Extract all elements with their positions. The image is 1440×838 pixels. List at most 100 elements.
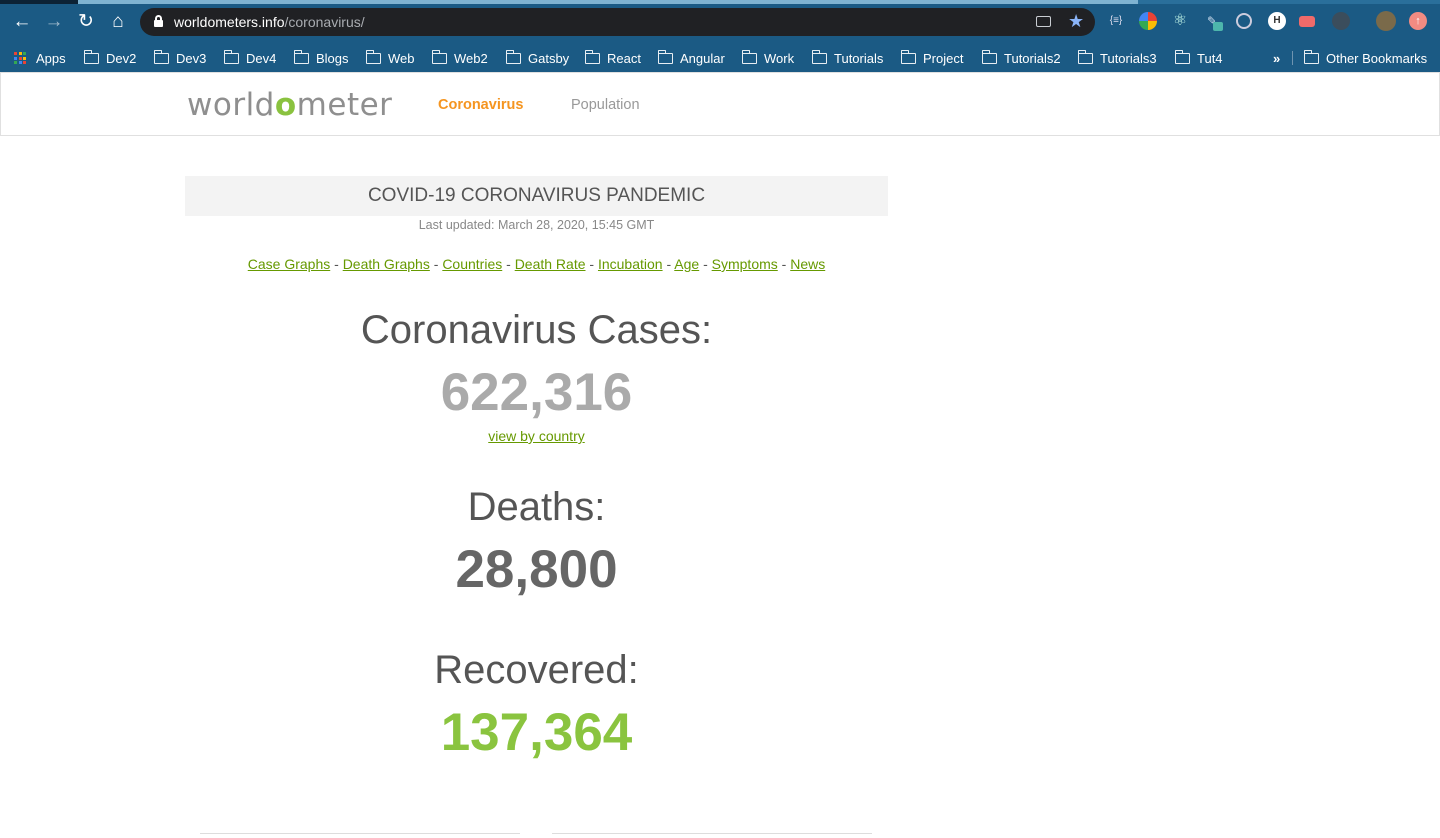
main-content: COVID-19 CORONAVIRUS PANDEMIC Last updat… [185,176,888,765]
folder-icon [154,49,169,64]
bookmark-label: Apps [36,50,66,66]
cases-count: 622,316 [440,363,633,422]
bookmark-folder[interactable]: Web2 [432,44,488,72]
address-bar[interactable]: worldometers.info/coronavirus/ ★ [140,8,1095,36]
bookmarks-bar: Apps Dev2 Dev3 Dev4 Blogs Web Web2 Gatsb… [0,44,1440,72]
section-links: Case Graphs - Death Graphs - Countries -… [185,256,888,272]
react-devtools-icon[interactable]: ⚛ [1171,12,1189,30]
bookmark-label: Blogs [316,50,349,66]
view-by-country-link[interactable]: view by country [488,428,584,444]
update-arrow-icon[interactable]: ↑ [1409,12,1427,30]
folder-icon [1304,49,1319,64]
bookmark-folder[interactable]: Blogs [294,44,349,72]
bookmark-folder[interactable]: Web [366,44,415,72]
link-news[interactable]: News [790,256,825,272]
color-picker-extension-icon[interactable] [1139,12,1157,30]
link-death-rate[interactable]: Death Rate [515,256,586,272]
folder-icon [294,49,309,64]
bookmark-folder[interactable]: Tutorials3 [1078,44,1157,72]
home-icon[interactable]: ⌂ [106,10,130,34]
nav-coronavirus[interactable]: Coronavirus [438,97,523,113]
page-title: COVID-19 CORONAVIRUS PANDEMIC [185,176,888,216]
json-extension-icon[interactable]: {≡} [1107,12,1125,30]
bookmark-folder[interactable]: Project [901,44,963,72]
bookmark-label: Dev3 [176,50,207,66]
bookmark-label: Dev2 [106,50,137,66]
view-by-country: view by country [185,428,888,444]
bookmark-folder[interactable]: Work [742,44,794,72]
folder-icon [901,49,916,64]
bookmark-label: Dev4 [246,50,277,66]
folder-icon [1175,49,1190,64]
bookmark-other-folder[interactable]: Other Bookmarks [1304,44,1427,72]
link-countries[interactable]: Countries [442,256,502,272]
bookmark-folder[interactable]: Gatsby [506,44,569,72]
forward-arrow-icon[interactable]: → [42,10,66,34]
bookmark-label: Angular [680,50,725,66]
profile-avatar[interactable] [1376,11,1396,31]
link-symptoms[interactable]: Symptoms [712,256,778,272]
bookmark-label: Web [388,50,415,66]
recovered-label: Recovered: [434,648,639,692]
bookmark-label: Other Bookmarks [1326,50,1428,66]
reload-icon[interactable]: ↻ [74,10,98,34]
bookmark-folder[interactable]: Dev4 [224,44,276,72]
edit-extension-icon[interactable]: ✎ [1203,12,1223,31]
tab-strip [0,0,1440,4]
bookmark-folder[interactable]: React [585,44,641,72]
url-text[interactable]: worldometers.info/coronavirus/ [174,14,365,30]
folder-icon [982,49,997,64]
bookmark-folder[interactable]: Dev2 [84,44,136,72]
link-case-graphs[interactable]: Case Graphs [248,256,330,272]
folder-icon [432,49,447,64]
nav-population[interactable]: Population [571,97,640,113]
bookmark-folder[interactable]: Tut4 [1175,44,1223,72]
bookmarks-overflow-button[interactable]: » [1273,44,1280,72]
hyper-extension-icon[interactable]: H [1268,12,1286,30]
url-host: worldometers.info [174,14,285,30]
bookmark-label: Web2 [454,50,488,66]
folder-icon [506,49,521,64]
link-death-graphs[interactable]: Death Graphs [343,256,430,272]
bookmark-apps[interactable]: Apps [14,44,66,72]
back-arrow-icon[interactable]: ← [10,10,34,34]
video-extension-icon[interactable] [1299,16,1315,27]
panel-top-edge [552,833,872,838]
bookmark-folder[interactable]: Tutorials2 [982,44,1061,72]
tab-active-edge[interactable] [0,0,78,4]
bookmarks-divider [1292,51,1293,65]
bookmark-label: Tutorials [834,50,884,66]
deaths-count: 28,800 [455,540,618,599]
lock-icon[interactable] [154,15,163,28]
link-age[interactable]: Age [674,256,699,272]
logo-text-o: o [274,87,297,123]
folder-icon [812,49,827,64]
browser-toolbar: ← → ↻ ⌂ worldometers.info/coronavirus/ ★… [0,0,1440,44]
bookmark-label: React [607,50,641,66]
gear-extension-icon[interactable] [1332,12,1350,30]
folder-icon [1078,49,1093,64]
folder-icon [658,49,673,64]
cast-icon[interactable] [1036,16,1051,27]
link-incubation[interactable]: Incubation [598,256,663,272]
bookmark-folder[interactable]: Angular [658,44,725,72]
folder-icon [224,49,239,64]
target-extension-icon[interactable] [1236,13,1252,29]
url-path: /coronavirus/ [284,14,365,30]
link-separator: - [334,256,339,272]
bookmark-label: Tut4 [1197,50,1223,66]
link-separator: - [433,256,439,272]
site-logo[interactable]: worldometer [187,87,392,123]
folder-icon [742,49,757,64]
link-separator: - [781,256,787,272]
cases-label: Coronavirus Cases: [360,308,713,352]
bookmark-label: Gatsby [528,50,570,66]
logo-text-end: meter [296,87,393,123]
bookmark-star-icon[interactable]: ★ [1068,10,1084,32]
bookmark-label: Tutorials3 [1100,50,1157,66]
bookmark-folder[interactable]: Dev3 [154,44,206,72]
bookmark-folder[interactable]: Tutorials [812,44,883,72]
bookmark-label: Project [923,50,964,66]
panel-top-edge [200,833,520,838]
tab-inactive-edge[interactable] [78,0,1138,4]
